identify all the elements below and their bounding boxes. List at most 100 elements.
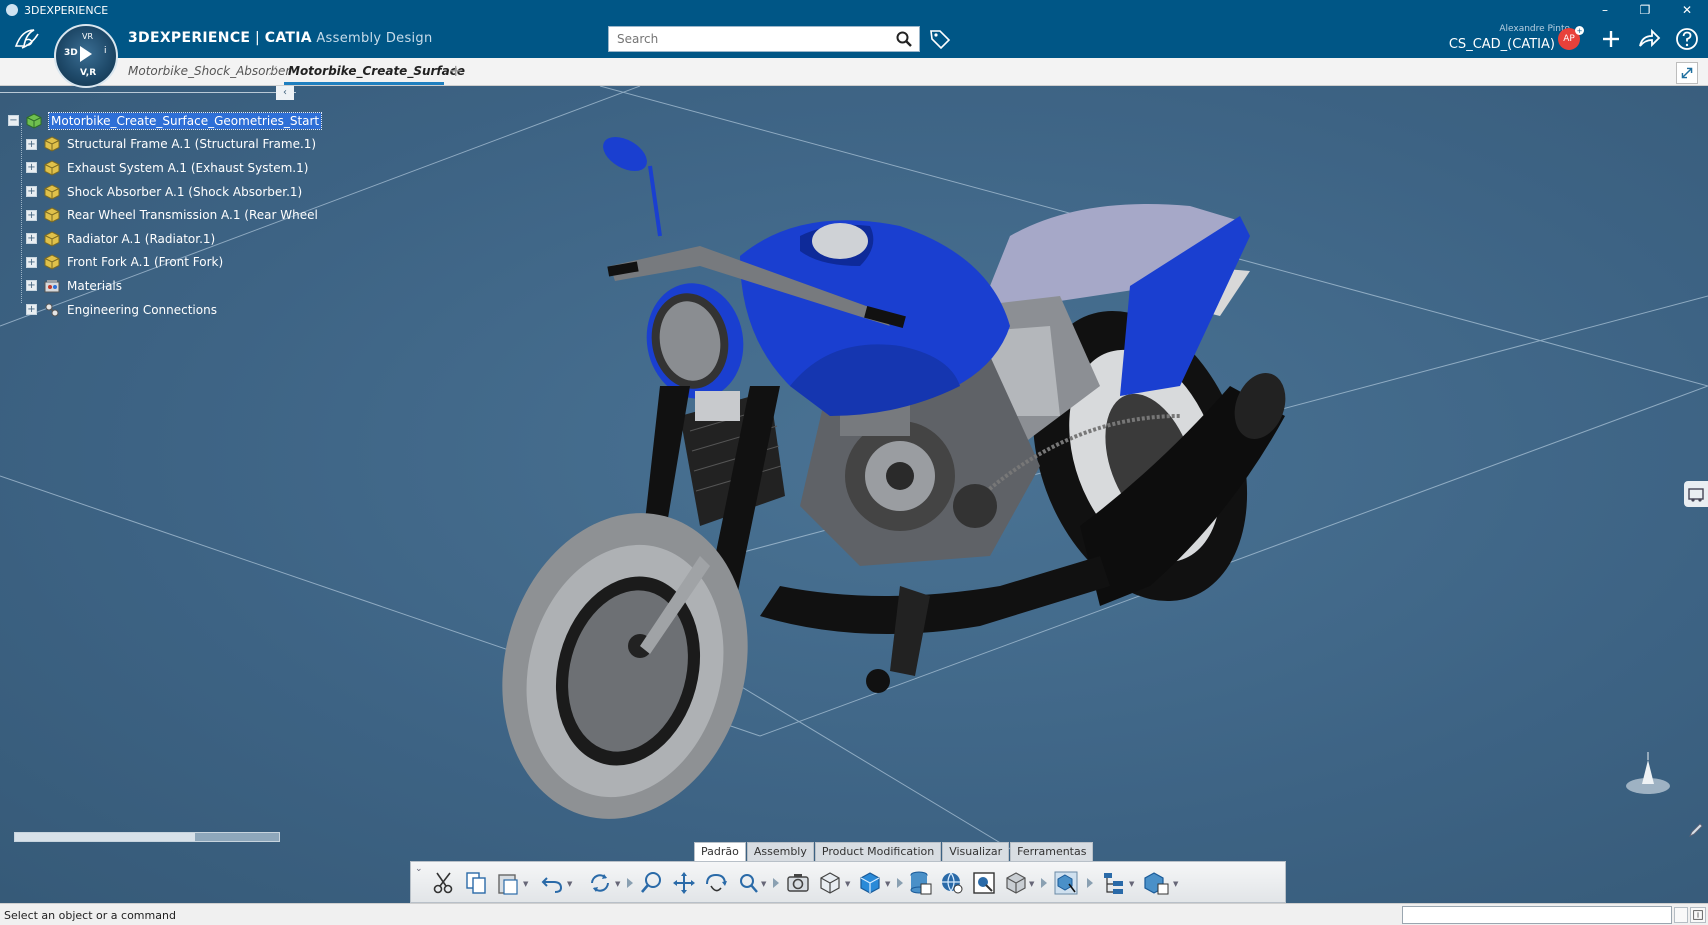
search-icon[interactable]	[895, 30, 913, 48]
shading-dropdown-icon[interactable]: ▼	[1029, 880, 1037, 888]
command-history-button[interactable]	[1674, 907, 1688, 923]
assembly-constraint-icon[interactable]	[1143, 870, 1169, 896]
minimize-button[interactable]: –	[1590, 0, 1620, 20]
product-icon	[44, 184, 60, 200]
zoom-icon[interactable]	[639, 870, 665, 896]
close-button[interactable]: ✕	[1672, 0, 1702, 20]
compass-top-label: VR	[82, 32, 94, 41]
tree-node-structural-frame[interactable]: + Structural Frame A.1 (Structural Frame…	[8, 133, 321, 157]
update-dropdown-icon[interactable]: ▼	[615, 880, 623, 888]
tree-node-label: Shock Absorber A.1 (Shock Absorber.1)	[67, 184, 303, 199]
add-icon[interactable]	[1598, 26, 1624, 52]
compass-3d-label: 3D	[64, 48, 78, 58]
separator-arrow-icon	[897, 878, 903, 888]
expand-node-icon[interactable]: +	[26, 162, 37, 174]
tree-node-front-fork[interactable]: + Front Fork A.1 (Front Fork)	[8, 251, 321, 275]
paste-dropdown-icon[interactable]: ▼	[523, 880, 531, 888]
expand-node-icon[interactable]: +	[26, 138, 37, 150]
tree-node-shock-absorber[interactable]: + Shock Absorber A.1 (Shock Absorber.1)	[8, 180, 321, 204]
tab-motorbike-create-surface[interactable]: Motorbike_Create_Surface	[288, 64, 465, 78]
undo-dropdown-icon[interactable]: ▼	[567, 880, 575, 888]
chevron-down-icon[interactable]: ⌄	[415, 864, 423, 874]
separator-arrow-icon	[1041, 878, 1047, 888]
expand-node-icon[interactable]: +	[26, 256, 37, 268]
insert-product-icon[interactable]	[1053, 870, 1079, 896]
tab-motorbike-shock-absorber[interactable]: Motorbike_Shock_Absorber	[128, 64, 290, 78]
product-icon	[44, 136, 60, 152]
paste-icon[interactable]	[495, 870, 521, 896]
dassault-logo-icon[interactable]	[12, 26, 42, 52]
expand-node-icon[interactable]: +	[26, 186, 37, 198]
user-role-label: CS_CAD_(CATIA)	[1448, 37, 1555, 52]
command-log-icon[interactable]	[1690, 907, 1706, 923]
product-icon	[44, 160, 60, 176]
tree-horizontal-scrollbar[interactable]	[14, 832, 280, 842]
fit-all-icon[interactable]	[735, 870, 761, 896]
brand-app-name: Assembly Design	[311, 31, 433, 46]
tree-node-radiator[interactable]: + Radiator A.1 (Radiator.1)	[8, 227, 321, 251]
zoom-dropdown-icon[interactable]: ▼	[761, 880, 769, 888]
user-role-dropdown[interactable]: CS_CAD_(CATIA) ⌄	[1410, 37, 1570, 52]
help-icon[interactable]	[1674, 26, 1700, 52]
tree-node-materials[interactable]: + Materials	[8, 274, 321, 298]
command-input[interactable]	[1402, 906, 1672, 924]
section-tab-product-modification[interactable]: Product Modification	[814, 842, 942, 861]
expand-node-icon[interactable]: +	[26, 233, 37, 245]
tree-node-exhaust-system[interactable]: + Exhaust System A.1 (Exhaust System.1)	[8, 156, 321, 180]
tree-node-engineering-connections[interactable]: + Engineering Connections	[8, 298, 321, 322]
tree-root-node[interactable]: − Motorbike_Create_Surface_Geometries_St…	[8, 109, 323, 133]
product-icon	[44, 231, 60, 247]
tree-node-rear-wheel-transmission[interactable]: + Rear Wheel Transmission A.1 (Rear Whee…	[8, 203, 321, 227]
rotate-icon[interactable]	[703, 870, 729, 896]
render-dropdown-icon[interactable]: ▼	[885, 880, 893, 888]
shading-icon[interactable]	[1003, 870, 1029, 896]
share-icon[interactable]	[1636, 26, 1662, 52]
user-name: Alexandre Pinto	[1499, 24, 1570, 34]
collapse-node-icon[interactable]: −	[8, 115, 19, 127]
tree-node-label: Engineering Connections	[67, 302, 217, 317]
root-product-icon	[26, 113, 42, 129]
add-tab-button[interactable]: +	[449, 61, 462, 80]
expand-node-icon[interactable]: +	[26, 280, 37, 292]
undo-icon[interactable]	[539, 870, 565, 896]
view-dropdown-icon[interactable]: ▼	[845, 880, 853, 888]
expand-node-icon[interactable]: +	[26, 304, 37, 316]
section-tab-ferramentas[interactable]: Ferramentas	[1010, 842, 1094, 861]
tree-root-label: Motorbike_Create_Surface_Geometries_Star…	[47, 111, 323, 130]
tree-collapse-button[interactable]: ‹	[276, 86, 294, 100]
cut-icon[interactable]	[431, 870, 457, 896]
pencil-icon[interactable]	[1688, 822, 1704, 838]
expand-node-icon[interactable]: +	[26, 209, 37, 221]
capture-icon[interactable]	[785, 870, 811, 896]
fullscreen-icon[interactable]	[1676, 62, 1698, 84]
restore-button[interactable]: ❐	[1630, 0, 1660, 20]
3d-viewport[interactable]: ‹ − Motorbike_Create_Surface_Geometries_…	[0, 86, 1708, 903]
copy-icon[interactable]	[463, 870, 489, 896]
search-3d-icon[interactable]	[971, 870, 997, 896]
tag-icon[interactable]	[928, 27, 952, 51]
compass-widget[interactable]: VR 3D i V,R	[54, 24, 118, 88]
motorbike-model[interactable]	[469, 130, 1294, 847]
tree-dropdown-icon[interactable]: ▼	[1129, 880, 1137, 888]
side-panel-toggle-icon[interactable]	[1684, 481, 1708, 507]
pan-icon[interactable]	[671, 870, 697, 896]
brand-separator: |	[250, 30, 265, 46]
section-tab-assembly[interactable]: Assembly	[746, 842, 814, 861]
constraint-dropdown-icon[interactable]: ▼	[1173, 880, 1181, 888]
save-database-icon[interactable]	[907, 870, 933, 896]
render-style-icon[interactable]	[857, 870, 883, 896]
avatar-badge: +	[1575, 26, 1584, 35]
tree-reorder-icon[interactable]	[1101, 870, 1127, 896]
tree-node-label: Exhaust System A.1 (Exhaust System.1)	[67, 160, 309, 175]
section-tab-visualizar[interactable]: Visualizar	[942, 842, 1010, 861]
compass-info-label: i	[104, 46, 107, 56]
update-icon[interactable]	[587, 870, 613, 896]
global-icon[interactable]	[939, 870, 965, 896]
status-message: Select an object or a command	[4, 909, 176, 922]
scrollbar-thumb[interactable]	[15, 833, 195, 841]
specification-tree: − Motorbike_Create_Surface_Geometries_St…	[8, 109, 323, 322]
search-input[interactable]	[609, 27, 889, 51]
view-compass-icon[interactable]	[1620, 746, 1676, 802]
section-tab-padrao[interactable]: Padrão	[694, 842, 746, 861]
view-orientation-icon[interactable]	[817, 870, 843, 896]
